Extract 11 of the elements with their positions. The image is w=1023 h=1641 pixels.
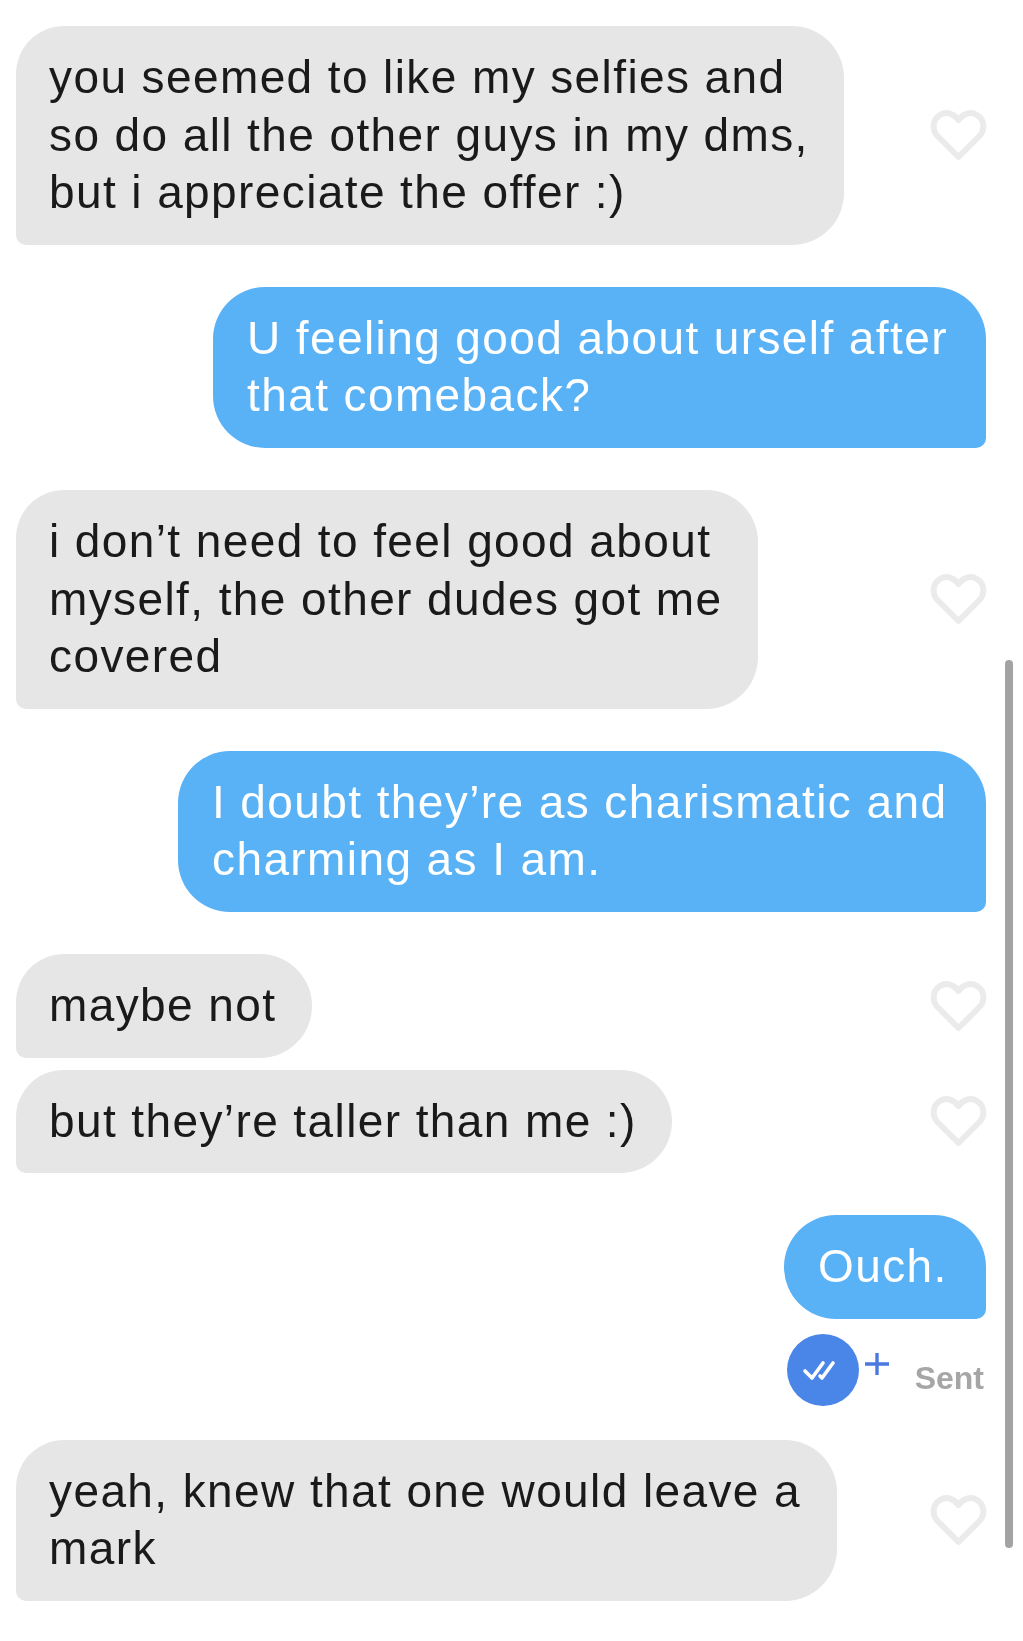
plus-icon[interactable] <box>864 1352 889 1375</box>
status-text: Sent <box>914 1359 984 1396</box>
message-bubble: you seemed to like my selfies and so do all the other guys in my dms, but i appreciate the offer :) <box>16 26 844 245</box>
message-bubble: I doubt they’re as charismatic and charming as I am. <box>178 750 986 912</box>
message-bubble: but they’re taller than me :) <box>16 1069 672 1174</box>
message-bubble: maybe not <box>16 953 312 1058</box>
message-bubble: i don’t need to feel good about myself, the other dudes got me covered <box>16 489 758 709</box>
message-bubble: U feeling good about urself after that comeback? <box>213 286 986 448</box>
message-bubble: Ouch. <box>784 1215 986 1319</box>
message-bubble: yeah, knew that one would leave a mark <box>16 1439 837 1601</box>
double-check-icon <box>786 1333 859 1406</box>
